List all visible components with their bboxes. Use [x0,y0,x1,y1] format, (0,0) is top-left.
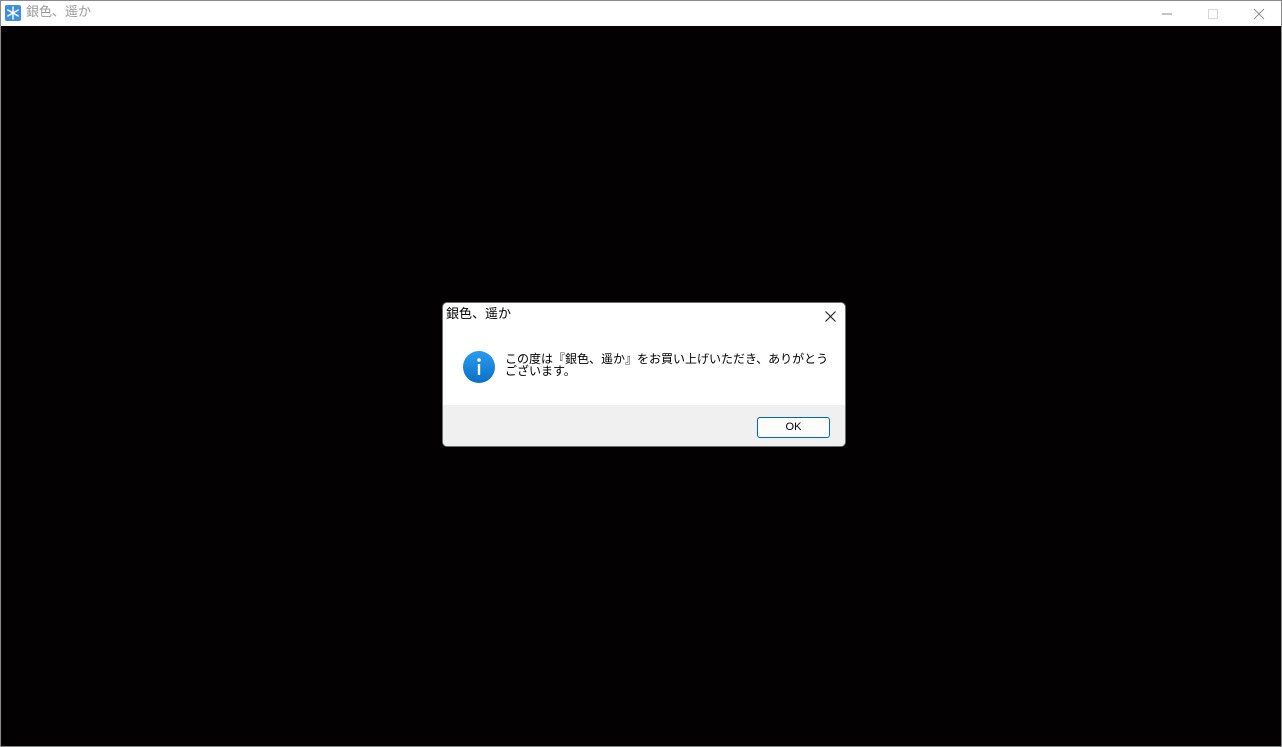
maximize-button[interactable] [1190,1,1236,26]
close-button[interactable] [1236,1,1282,26]
minimize-icon [1162,13,1172,15]
close-icon [825,311,836,322]
message-dialog: 銀色、遥か この度は『銀色、遥か』をお買い上げいただき、ありがとうございます。 … [442,302,846,447]
snowflake-app-icon[interactable] [5,5,21,21]
window-title: 銀色、遥か [26,5,92,20]
dialog-close-button[interactable] [815,305,845,327]
ok-button[interactable]: OK [757,417,830,438]
minimize-button[interactable] [1144,1,1190,26]
dialog-button-bar: OK [443,405,845,446]
info-icon [463,351,495,383]
dialog-title: 銀色、遥か [446,307,512,322]
dialog-message: この度は『銀色、遥か』をお買い上げいただき、ありがとうございます。 [505,352,829,378]
close-icon [1253,8,1265,20]
maximize-icon [1208,9,1218,19]
window-titlebar[interactable]: 銀色、遥か [1,1,1281,26]
